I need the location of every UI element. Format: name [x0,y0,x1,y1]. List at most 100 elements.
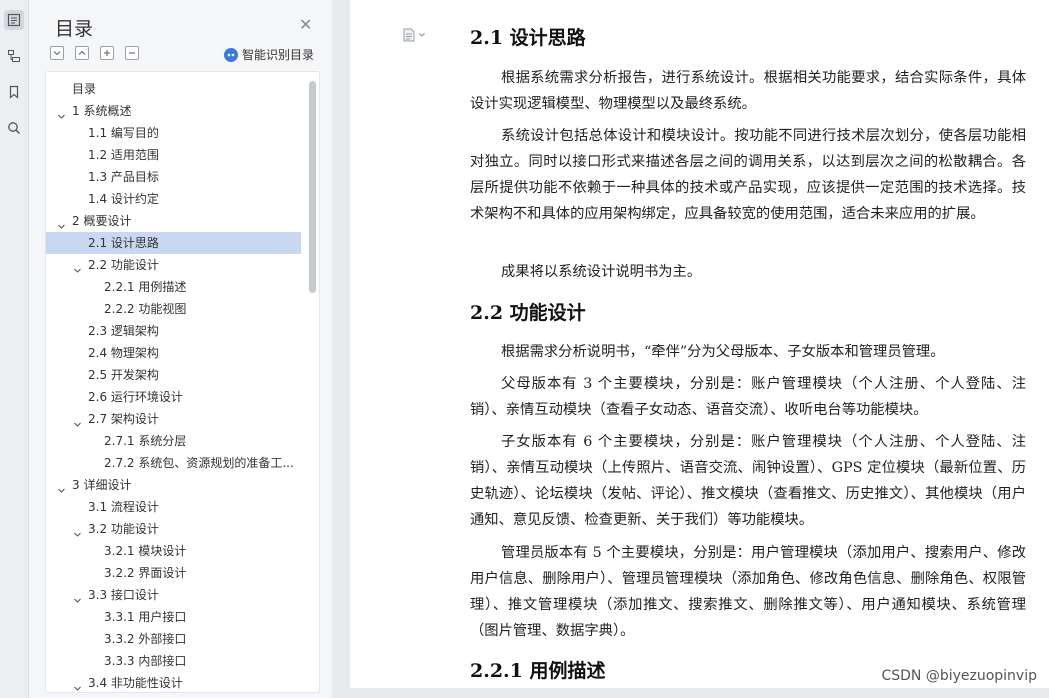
toc-item[interactable]: 3 详细设计 [46,474,301,496]
toc-item-label: 2.6 运行环境设计 [88,390,183,404]
add-entry-icon[interactable] [100,46,114,60]
toc-item[interactable]: 1 系统概述 [46,100,301,122]
paragraph: 子女版本有 6 个主要模块，分别是：账户管理模块（个人注册、个人登陆、注销）、亲… [470,434,1026,528]
left-toolbar [0,0,29,698]
toc-item[interactable]: 2.4 物理架构 [46,342,301,364]
chevron-down-icon[interactable] [57,480,66,493]
paragraph: 成果将以系统设计说明书为主。 [501,264,702,280]
toc-item-label: 2.4 物理架构 [88,346,159,360]
toc-item[interactable]: 2.2 功能设计 [46,254,301,276]
toc-item-label: 3.4 非功能性设计 [88,676,183,690]
chevron-down-icon[interactable] [73,260,82,273]
toc-item[interactable]: 2.7 架构设计 [46,408,301,430]
paragraph: 父母版本有 3 个主要模块，分别是：账户管理模块（个人注册、个人登陆、注销）、亲… [470,376,1026,418]
toc-item-label: 1.4 设计约定 [88,192,159,206]
toc-item[interactable]: 3.2.1 模块设计 [46,540,301,562]
heading-2-1: 2.1 设计思路 [470,27,586,49]
horizontal-scrollbar[interactable] [333,688,1049,698]
toc-item-label: 1.3 产品目标 [88,170,159,184]
toc-item-label: 3.3.3 内部接口 [104,654,187,668]
smart-recognize-icon [224,47,238,62]
collapse-all-icon[interactable] [75,46,89,60]
toc-item-label: 2 概要设计 [72,214,132,228]
toc-item[interactable]: 3.1 流程设计 [46,496,301,518]
toc-tools [50,46,139,60]
toc-item-label: 3.2.2 界面设计 [104,566,187,580]
toc-item[interactable]: 2.3 逻辑架构 [46,320,301,342]
toc-item[interactable]: 2.7.1 系统分层 [46,430,301,452]
outline-structure-icon[interactable] [4,46,24,66]
bookmark-icon[interactable] [4,82,24,102]
close-icon[interactable]: ✕ [299,16,312,34]
document-icon [403,28,415,42]
smart-toc-label: 智能识别目录 [242,48,315,62]
chevron-down-icon[interactable] [73,414,82,427]
chevron-down-icon[interactable] [57,106,66,119]
toc-item[interactable]: 3.3.2 外部接口 [46,628,301,650]
toc-item[interactable]: 1.3 产品目标 [46,166,301,188]
toc-item-label: 3.3.1 用户接口 [104,610,187,624]
toc-item[interactable]: 1.1 编写目的 [46,122,301,144]
toc-item[interactable]: 3.3.1 用户接口 [46,606,301,628]
watermark: CSDN @biyezuopinvip [881,668,1037,684]
document-page[interactable]: 2.1 设计思路 根据系统需求分析报告，进行系统设计。根据相关功能要求，结合实际… [350,0,1049,688]
toc-item[interactable]: 3.4 非功能性设计 [46,672,301,692]
toc-item[interactable]: 2.1 设计思路 [46,232,301,254]
smart-toc-button[interactable]: 智能识别目录 [224,46,314,63]
paragraph: 根据系统需求分析报告，进行系统设计。根据相关功能要求，结合实际条件，具体设计实现… [470,70,1026,112]
document-area: 2.1 设计思路 根据系统需求分析报告，进行系统设计。根据相关功能要求，结合实际… [333,0,1049,698]
remove-entry-icon[interactable] [125,46,139,60]
toc-item[interactable]: 目录 [46,78,301,100]
toc-item[interactable]: 2.6 运行环境设计 [46,386,301,408]
toc-scrollbar[interactable] [309,78,317,688]
toc-item[interactable]: 1.2 适用范围 [46,144,301,166]
toc-item-label: 1.1 编写目的 [88,126,159,140]
toc-item[interactable]: 1.4 设计约定 [46,188,301,210]
toc-item[interactable]: 3.3.3 内部接口 [46,650,301,672]
toc-title: 目录 [55,18,94,40]
toc-item-label: 3.2.1 模块设计 [104,544,187,558]
chevron-down-icon[interactable] [73,678,82,691]
chevron-down-icon[interactable] [73,524,82,537]
search-icon[interactable] [4,118,24,138]
toc-item-label: 2.2.1 用例描述 [104,280,187,294]
toc-item[interactable]: 2.7.2 系统包、资源规划的准备工... [46,452,301,474]
chevron-down-icon[interactable] [57,216,66,229]
paragraph: 根据需求分析说明书，“牵伴”分为父母版本、子女版本和管理员管理。 [501,344,945,360]
toc-item[interactable]: 2 概要设计 [46,210,301,232]
toc-item-label: 3.3.2 外部接口 [104,632,187,646]
toc-item-label: 1.2 适用范围 [88,148,159,162]
toc-item[interactable]: 2.2.1 用例描述 [46,276,301,298]
heading-2-2-1: 2.2.1 用例描述 [470,660,606,682]
toc-item-label: 3 详细设计 [72,478,132,492]
toc-item-label: 3.3 接口设计 [88,588,159,602]
toc-view-icon[interactable] [4,10,24,30]
toc-scrollbar-thumb[interactable] [309,81,316,293]
toc-item-label: 目录 [72,82,97,96]
toc-item-label: 2.3 逻辑架构 [88,324,159,338]
heading-2-2: 2.2 功能设计 [470,302,586,324]
expand-all-icon[interactable] [50,46,64,60]
toc-item[interactable]: 3.2 功能设计 [46,518,301,540]
toc-item-label: 2.7 架构设计 [88,412,159,426]
chevron-down-icon [419,33,425,37]
toc-item[interactable]: 3.3 接口设计 [46,584,301,606]
toc-item-label: 2.1 设计思路 [88,236,159,250]
toc-item[interactable]: 2.5 开发架构 [46,364,301,386]
toc-item-label: 3.1 流程设计 [88,500,159,514]
toc-item-label: 2.2 功能设计 [88,258,159,272]
toc-item[interactable]: 3.2.2 界面设计 [46,562,301,584]
chevron-down-icon[interactable] [73,590,82,603]
toc-item-label: 2.2.2 功能视图 [104,302,187,316]
paragraph: 管理员版本有 5 个主要模块，分别是：用户管理模块（添加用户、搜索用户、修改用户… [470,545,1026,639]
toc-item-label: 1 系统概述 [72,104,132,118]
toc-item-label: 3.2 功能设计 [88,522,159,536]
toc-panel: 目录 ✕ 智能识别目录 目录 1 系统概述 1.1 编写目的 1.2 适用范围 1.3 … [29,0,332,698]
toc-item-label: 2.7.2 系统包、资源规划的准备工... [104,456,294,470]
paragraph: 系统设计包括总体设计和模块设计。按功能不同进行技术层次划分，使各层功能相对独立。… [470,128,1026,222]
toc-item[interactable]: 2.2.2 功能视图 [46,298,301,320]
toc-list: 目录 1 系统概述 1.1 编写目的 1.2 适用范围 1.3 产品目标 1.4 设计约定… [45,71,320,693]
paragraph-menu[interactable] [403,28,425,42]
toc-item-label: 2.7.1 系统分层 [104,434,187,448]
toc-item-label: 2.5 开发架构 [88,368,159,382]
